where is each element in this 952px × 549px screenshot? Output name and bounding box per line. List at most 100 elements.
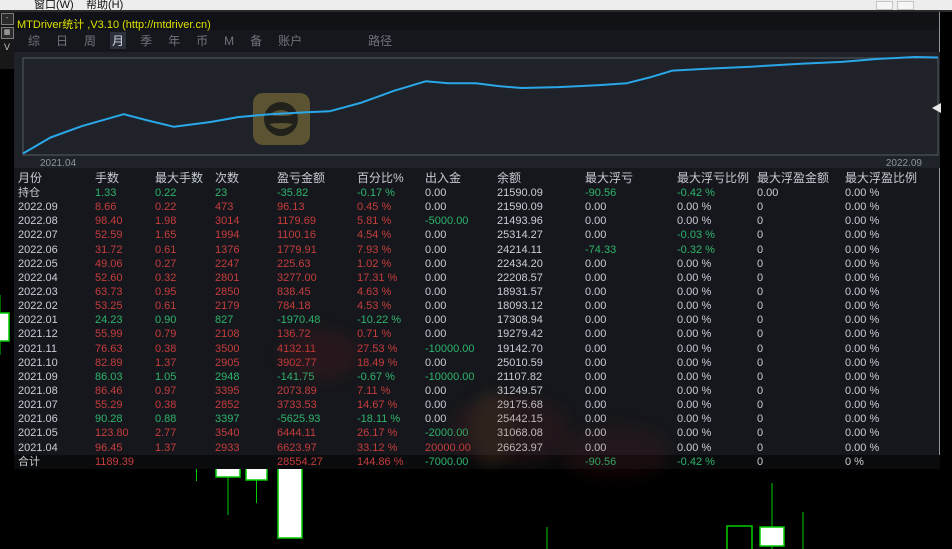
table-cell: 0.00	[425, 271, 447, 284]
tab-备[interactable]: 备	[248, 32, 264, 49]
column-header: 最大手数	[155, 171, 204, 185]
table-cell: 0.00	[585, 328, 607, 341]
table-cell: 25442.15	[497, 413, 543, 426]
table-cell: 123.80	[95, 427, 129, 440]
candle-body	[759, 526, 785, 547]
table-cell: 0	[757, 427, 764, 440]
column-header: 最大浮亏比例	[677, 171, 750, 185]
table-cell: 22208.57	[497, 271, 543, 284]
equity-line	[22, 56, 939, 155]
table-cell: 0.00 %	[677, 271, 712, 284]
table-cell: 2850	[215, 285, 240, 298]
table-cell: 473	[215, 201, 234, 214]
table-cell: 0.00	[425, 201, 447, 214]
tab-年[interactable]: 年	[166, 32, 182, 49]
table-cell: 4.53 %	[357, 300, 392, 313]
table-cell: 持仓	[18, 187, 40, 199]
menu-item-window[interactable]: 窗口(W)	[34, 0, 74, 10]
table-cell: 0.00	[585, 201, 607, 214]
table-cell: 0.00 %	[845, 271, 880, 284]
table-cell: 96.45	[95, 441, 123, 454]
table-cell: 3395	[215, 384, 240, 397]
table-cell: 0.00 %	[845, 328, 880, 341]
table-cell: 4.54 %	[357, 229, 392, 242]
table-cell: 0.00 %	[845, 399, 880, 412]
column-header: 最大浮盈比例	[845, 171, 918, 185]
table-cell: 3540	[215, 427, 240, 440]
table-cell: 3500	[215, 342, 240, 355]
toolbar-image-icon[interactable]: ▦	[0, 27, 14, 39]
tab-季[interactable]: 季	[138, 32, 154, 49]
table-cell: 2021.07	[18, 399, 58, 412]
table-cell: 1.05	[155, 370, 177, 383]
table-cell: 25010.59	[497, 356, 543, 369]
table-cell: -0.42 %	[677, 187, 715, 199]
table-cell: 0.00	[585, 413, 607, 426]
column-header: 最大浮亏	[585, 171, 634, 185]
tab-日[interactable]: 日	[54, 32, 70, 49]
tab-M[interactable]: M	[222, 34, 236, 48]
table-row: 2022.03 63.73 0.95 2850 838.45 4.63 % 0.00 1893…	[14, 285, 940, 299]
table-cell: 18.49 %	[357, 356, 398, 369]
table-cell: 52.60	[95, 271, 123, 284]
table-cell: 0.00	[585, 370, 607, 383]
table-row: 2021.07 55.29 0.38 2852 3733.53 14.67 % 0.00 29…	[14, 398, 940, 412]
tab-月[interactable]: 月	[110, 32, 127, 49]
table-cell: 0.95	[155, 285, 177, 298]
table-cell: 0	[757, 384, 764, 397]
table-cell: -0.42 %	[677, 455, 715, 468]
tab-币[interactable]: 币	[194, 32, 210, 49]
table-cell: 0.38	[155, 399, 177, 412]
table-cell: 2179	[215, 300, 240, 313]
panel-title-bar[interactable]: MTDriver统计 ,V3.10 (http://mtdriver.cn)	[14, 12, 939, 31]
table-row: 2021.04 96.45 1.37 2933 6623.97 33.12 % 20000.…	[14, 441, 940, 455]
table-cell: 0.00 %	[677, 285, 712, 298]
panel-title: MTDriver统计 ,V3.10 (http://mtdriver.cn)	[17, 19, 211, 31]
table-cell: 2.77	[155, 427, 177, 440]
menu-item-help[interactable]: 帮助(H)	[86, 0, 123, 10]
table-cell: 0.00	[585, 356, 607, 369]
table-cell: 0	[757, 271, 764, 284]
table-cell: 0	[757, 328, 764, 341]
table-cell: 53.25	[95, 300, 123, 313]
column-header: 出入金	[425, 171, 462, 185]
column-header: 百分比%	[357, 171, 404, 185]
candle-body	[277, 460, 303, 539]
table-cell: 4.63 %	[357, 285, 392, 298]
table-cell: 1179.69	[277, 215, 316, 228]
tab-综[interactable]: 综	[26, 32, 42, 49]
table-cell: 0.00	[585, 427, 607, 440]
table-cell: 2022.01	[18, 314, 58, 327]
tab-周[interactable]: 周	[82, 32, 98, 49]
table-cell: 1.02 %	[357, 257, 392, 270]
table-cell: 0.00	[425, 399, 447, 412]
panel-edge-arrow-icon[interactable]	[932, 103, 941, 113]
table-cell: 1.37	[155, 356, 177, 369]
table-cell: 17308.94	[497, 314, 543, 327]
table-cell: 0.00	[425, 285, 447, 298]
table-cell: 0.45 %	[357, 201, 392, 214]
table-cell: 1.33	[95, 187, 117, 199]
tab-path[interactable]: 路径	[366, 32, 394, 49]
table-cell: 0.00	[757, 187, 779, 199]
window-control-button[interactable]	[897, 1, 914, 10]
table-row: 持仓 1.33 0.22 23 -35.82 -0.17 % 0.00 21590.09 -90…	[14, 186, 940, 200]
tab-账户[interactable]: 账户	[276, 32, 304, 49]
window-control-button[interactable]	[876, 1, 893, 10]
table-cell: 0.00 %	[677, 441, 712, 454]
table-cell: 0.00 %	[677, 201, 712, 214]
toolbar-button-icon[interactable]: -	[0, 13, 14, 25]
mtdriver-watermark-logo	[253, 93, 310, 145]
table-cell: 1.37	[155, 441, 177, 454]
table-cell: 26.17 %	[357, 427, 398, 440]
candle-body	[726, 525, 753, 549]
table-row: 2022.06 31.72 0.61 1376 1779.91 7.93 % 0.00 242…	[14, 243, 940, 257]
table-cell: 24.23	[95, 314, 123, 327]
table-cell: 0	[757, 300, 764, 313]
table-cell: 2022.06	[18, 243, 58, 256]
table-cell: -74.33	[585, 243, 617, 256]
table-cell: 1.98	[155, 215, 177, 228]
table-row: 2022.08 98.40 1.98 3014 1179.69 5.81 % -5000.0…	[14, 214, 940, 228]
table-cell: 0	[757, 201, 764, 214]
table-cell	[155, 455, 215, 470]
